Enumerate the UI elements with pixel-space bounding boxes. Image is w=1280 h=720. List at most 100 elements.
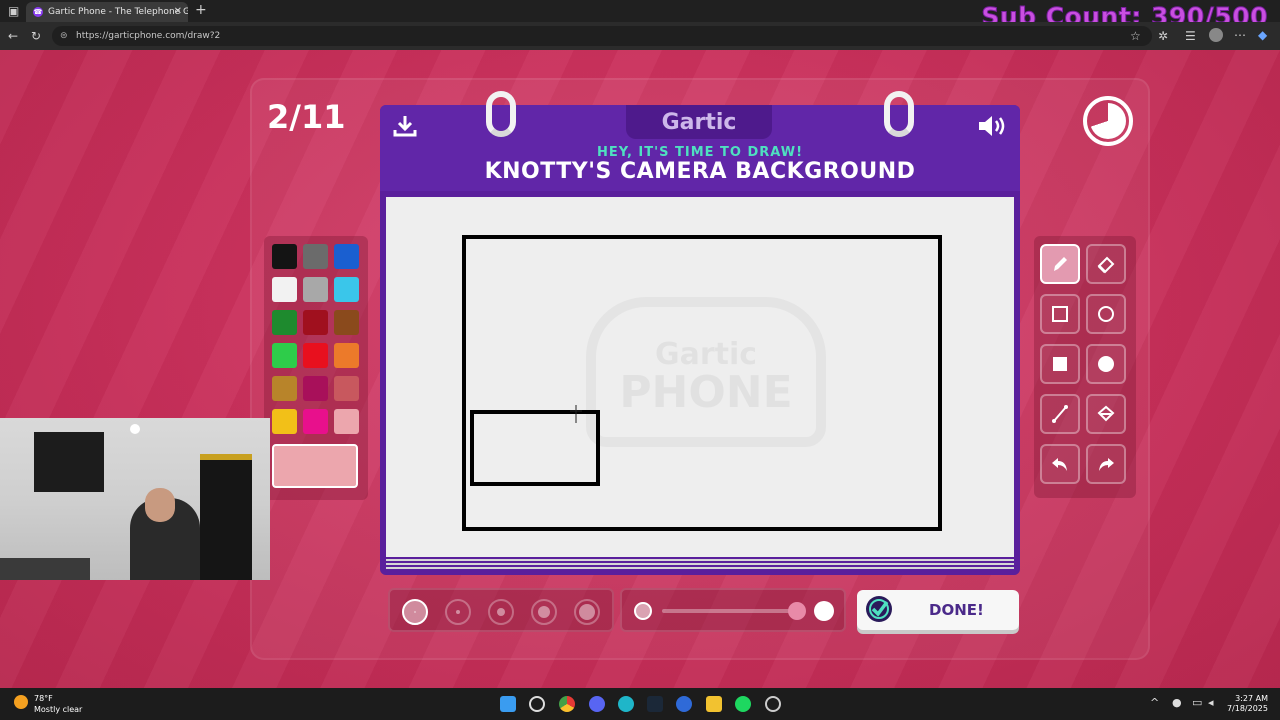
color-swatch[interactable] <box>272 277 297 302</box>
favorite-star-icon[interactable]: ☆ <box>1130 29 1141 43</box>
gartic-favicon-icon: ☎ <box>33 7 43 17</box>
redo-icon <box>1099 458 1114 471</box>
fill-bucket-tool[interactable] <box>1086 394 1126 434</box>
fill-bucket-icon <box>1097 405 1115 422</box>
ellipse-fill-tool[interactable] <box>1086 344 1126 384</box>
color-swatch[interactable] <box>303 244 328 269</box>
tool-panel <box>1034 236 1136 498</box>
more-options-icon[interactable]: ⋯ <box>1234 28 1246 42</box>
brush-size-1[interactable] <box>402 599 428 625</box>
system-clock[interactable]: 3:27 AM 7/18/2025 <box>1227 694 1268 714</box>
webcam-ceiling-light <box>130 424 140 434</box>
rectangle-fill-tool[interactable] <box>1040 344 1080 384</box>
url-text: https://garticphone.com/draw?2 <box>76 31 221 41</box>
color-swatch[interactable] <box>303 343 328 368</box>
browser-tab[interactable]: ☎ Gartic Phone - The Telephone Ga ✕ <box>26 2 188 22</box>
ellipse-fill-icon <box>1098 356 1114 372</box>
speaker-icon[interactable]: ◂ <box>1208 697 1214 709</box>
search-icon[interactable] <box>529 696 545 712</box>
network-icon[interactable]: ▭ <box>1192 697 1202 709</box>
show-hidden-icons-icon[interactable]: ^ <box>1150 697 1159 709</box>
rectangle-outline-tool[interactable] <box>1040 294 1080 334</box>
profile-avatar-icon[interactable] <box>1209 28 1223 42</box>
pencil-icon <box>1054 257 1067 271</box>
settings-app-icon[interactable] <box>765 696 781 712</box>
drawing-prompt: KNOTTY'S CAMERA BACKGROUND <box>484 159 916 184</box>
color-swatch[interactable] <box>334 343 359 368</box>
notebook-page-edge <box>386 563 1014 565</box>
download-icon[interactable] <box>392 113 418 139</box>
undo-tool[interactable] <box>1040 444 1080 484</box>
brush-size-5[interactable] <box>574 599 600 625</box>
rectangle-fill-icon <box>1053 357 1067 371</box>
color-swatch[interactable] <box>272 409 297 434</box>
url-field[interactable]: ⊜ https://garticphone.com/draw?2 <box>52 26 1152 46</box>
volume-icon[interactable] <box>976 113 1008 139</box>
webcam-arcade-cabinet <box>200 454 252 580</box>
extensions-icon[interactable]: ✲ <box>1158 29 1168 43</box>
color-swatch[interactable] <box>272 343 297 368</box>
color-swatch[interactable] <box>334 277 359 302</box>
crosshair-cursor-icon <box>570 405 582 423</box>
pencil-tool[interactable] <box>1040 244 1080 284</box>
line-tool[interactable] <box>1040 394 1080 434</box>
microphone-icon[interactable]: ● <box>1172 697 1182 709</box>
ellipse-outline-tool[interactable] <box>1086 294 1126 334</box>
opacity-low-icon <box>634 602 652 620</box>
tab-title: Gartic Phone - The Telephone Ga <box>48 7 188 17</box>
favorites-bar-icon[interactable]: ☰ <box>1185 29 1196 43</box>
spotify-app-icon[interactable] <box>735 696 751 712</box>
color-swatch[interactable] <box>334 376 359 401</box>
done-button[interactable]: DONE! <box>857 590 1019 630</box>
notebook-page-edge <box>386 559 1014 561</box>
checkmark-badge-icon <box>866 596 892 622</box>
color-swatch[interactable] <box>303 277 328 302</box>
start-windows-icon[interactable] <box>500 696 516 712</box>
back-icon[interactable]: ← <box>8 29 18 43</box>
notebook-ring-left <box>486 91 516 137</box>
brush-size-2[interactable] <box>445 599 471 625</box>
round-counter: 2/11 <box>267 98 346 136</box>
color-swatch[interactable] <box>272 310 297 335</box>
brush-size-selector <box>388 588 614 632</box>
brush-size-3[interactable] <box>488 599 514 625</box>
selected-color-preview[interactable] <box>272 444 358 488</box>
webcam-tv <box>34 432 104 492</box>
color-swatch[interactable] <box>334 244 359 269</box>
undo-icon <box>1052 458 1067 471</box>
drawing-canvas[interactable]: Gartic PHONE <box>386 197 1014 557</box>
browser-tab-bar: ▣ ☎ Gartic Phone - The Telephone Ga ✕ + … <box>0 0 1280 32</box>
color-swatch[interactable] <box>272 376 297 401</box>
eraser-tool[interactable] <box>1086 244 1126 284</box>
edge-app-icon[interactable] <box>618 696 634 712</box>
opacity-track[interactable] <box>662 609 798 613</box>
weather-widget[interactable]: 78°F Mostly clear <box>14 693 82 715</box>
close-tab-icon[interactable]: ✕ <box>174 2 182 22</box>
done-button-label: DONE! <box>929 601 984 619</box>
color-swatch[interactable] <box>334 409 359 434</box>
color-swatch[interactable] <box>303 409 328 434</box>
clock-date: 7/18/2025 <box>1226 704 1268 713</box>
steam-app-icon[interactable] <box>647 696 663 712</box>
reload-icon[interactable]: ↻ <box>31 29 41 43</box>
browser-address-bar: ← ↻ ⊜ https://garticphone.com/draw?2 ☆ ✲… <box>0 22 1280 50</box>
redo-tool[interactable] <box>1086 444 1126 484</box>
copilot-icon[interactable]: ◆ <box>1258 28 1267 42</box>
file-explorer-icon[interactable] <box>706 696 722 712</box>
new-tab-icon[interactable]: + <box>195 3 207 17</box>
window-menu-icon[interactable]: ▣ <box>8 4 19 18</box>
site-info-icon[interactable]: ⊜ <box>60 26 68 46</box>
brush-size-4[interactable] <box>531 599 557 625</box>
color-palette <box>264 236 368 500</box>
chrome-app-icon[interactable] <box>559 696 575 712</box>
weather-temperature: 78°F <box>34 694 53 703</box>
color-swatch[interactable] <box>303 376 328 401</box>
color-swatch[interactable] <box>303 310 328 335</box>
color-swatch[interactable] <box>272 244 297 269</box>
opacity-slider[interactable] <box>620 588 846 632</box>
color-swatch[interactable] <box>334 310 359 335</box>
opacity-thumb[interactable] <box>788 602 806 620</box>
discord-app-icon[interactable] <box>589 696 605 712</box>
obs-app-icon[interactable] <box>676 696 692 712</box>
clock-time: 3:27 AM <box>1235 694 1268 703</box>
